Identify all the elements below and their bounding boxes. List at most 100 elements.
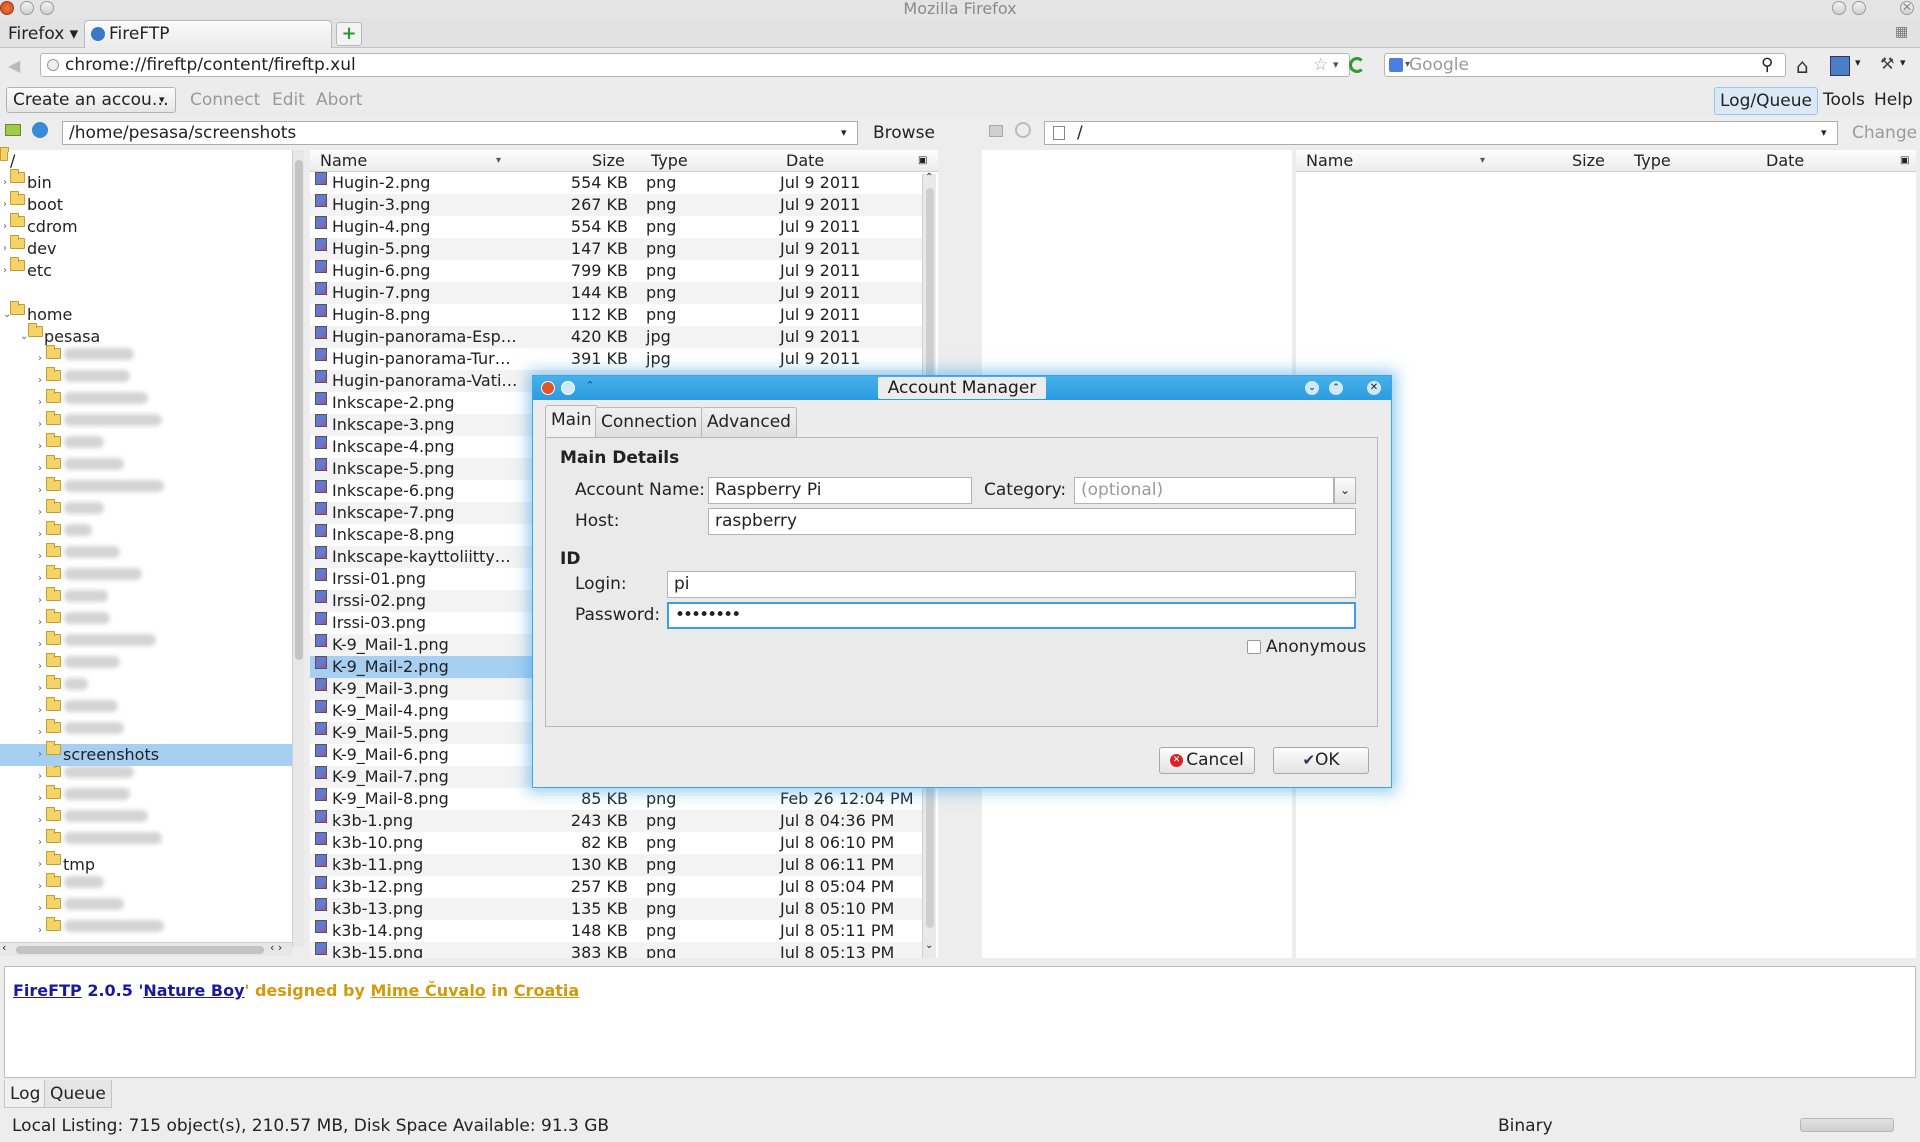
file-row[interactable]: k3b-14.png 148 KB png Jul 8 05:11 PM xyxy=(310,920,922,942)
refresh-local-icon[interactable] xyxy=(32,122,48,138)
anonymous-checkbox[interactable] xyxy=(1247,640,1261,654)
tools-menu[interactable]: Tools xyxy=(1823,87,1865,113)
bookmark-star-icon[interactable]: ☆ xyxy=(1313,54,1328,76)
codename-link[interactable]: Nature Boy xyxy=(143,981,244,1000)
tree-item-redacted[interactable]: › xyxy=(0,565,292,590)
file-row[interactable]: k3b-1.png 243 KB png Jul 8 04:36 PM xyxy=(310,810,922,832)
dialog-keep-above-icon[interactable]: ⌃ xyxy=(583,379,597,393)
ok-button[interactable]: ✔OK xyxy=(1273,747,1369,774)
column-size[interactable]: Size xyxy=(1572,150,1605,172)
help-menu[interactable]: Help xyxy=(1874,87,1913,113)
tab-queue[interactable]: Queue xyxy=(44,1080,112,1108)
expand-icon[interactable]: › xyxy=(38,502,42,524)
local-folder-tree[interactable]: / › bin › boot › cdrom › dev › etc ⌄ home ⌄ pesas… xyxy=(0,147,292,956)
anonymous-label[interactable]: Anonymous xyxy=(1266,635,1366,659)
tree-item-pesasa[interactable]: ⌄ pesasa xyxy=(0,323,292,348)
file-row[interactable]: Hugin-panorama-Tur… 391 KB jpg Jul 9 2011 xyxy=(310,348,922,370)
tree-item-redacted[interactable]: › xyxy=(0,895,292,920)
tree-item-tmp[interactable]: › tmp xyxy=(0,851,292,876)
tree-item-boot[interactable]: › boot xyxy=(0,191,292,216)
url-history-dropdown-icon[interactable]: ▾ xyxy=(1333,54,1339,76)
expand-icon[interactable]: › xyxy=(3,260,7,282)
firefox-menu-button[interactable]: Firefox ▾ xyxy=(8,22,78,46)
file-row[interactable]: k3b-15.png 383 KB png Jul 8 05:13 PM xyxy=(310,942,922,958)
expand-icon[interactable]: › xyxy=(38,634,42,656)
tree-item-redacted[interactable]: › xyxy=(0,807,292,832)
tree-item-screenshots[interactable]: › screenshots xyxy=(0,741,292,766)
host-input[interactable]: raspberry xyxy=(708,508,1356,535)
expand-icon[interactable]: › xyxy=(38,766,42,788)
tree-item-redacted[interactable]: › xyxy=(0,543,292,568)
file-row[interactable]: Hugin-3.png 267 KB png Jul 9 2011 xyxy=(310,194,922,216)
tab-advanced[interactable]: Advanced xyxy=(701,407,797,437)
tree-item-home[interactable]: ⌄ home xyxy=(0,301,292,326)
expand-icon[interactable]: › xyxy=(38,414,42,436)
file-row[interactable]: K-9_Mail-8.png 85 KB png Feb 26 12:04 PM xyxy=(310,788,922,810)
maximize-window-button[interactable] xyxy=(40,1,54,15)
expand-icon[interactable]: › xyxy=(38,810,42,832)
tree-item-redacted[interactable]: › xyxy=(0,521,292,546)
bookmarks-dropdown-icon[interactable]: ▾ xyxy=(1855,56,1861,69)
country-link[interactable]: Croatia xyxy=(514,981,579,1000)
remote-new-folder-icon[interactable] xyxy=(989,125,1003,137)
expand-icon[interactable]: › xyxy=(38,524,42,546)
file-row[interactable]: Hugin-5.png 147 KB png Jul 9 2011 xyxy=(310,238,922,260)
tree-item-redacted[interactable]: › xyxy=(0,829,292,854)
expand-icon[interactable]: › xyxy=(38,458,42,480)
tree-item-redacted[interactable]: › xyxy=(0,587,292,612)
tree-item-redacted[interactable]: › xyxy=(0,873,292,898)
expand-icon[interactable]: › xyxy=(38,898,42,920)
expand-icon[interactable]: › xyxy=(38,678,42,700)
window-restore-icon[interactable] xyxy=(1852,1,1866,15)
tree-item-redacted[interactable]: › xyxy=(0,389,292,414)
column-type[interactable]: Type xyxy=(651,150,688,172)
tree-item-redacted[interactable]: › xyxy=(0,433,292,458)
scrollbar-thumb[interactable] xyxy=(16,946,264,954)
expand-icon[interactable]: › xyxy=(38,700,42,722)
home-icon[interactable]: ⌂ xyxy=(1796,54,1809,78)
account-name-input[interactable]: Raspberry Pi xyxy=(708,477,972,504)
tree-root[interactable]: / xyxy=(0,147,292,172)
search-engine-dropdown-icon[interactable]: ▾ xyxy=(1405,54,1410,76)
tree-item-redacted[interactable]: › xyxy=(0,675,292,700)
tree-item-redacted[interactable]: › xyxy=(0,499,292,524)
expand-icon[interactable]: › xyxy=(3,194,7,216)
expand-icon[interactable]: › xyxy=(38,546,42,568)
tree-item-redacted[interactable]: › xyxy=(0,917,292,942)
window-minimize-icon[interactable] xyxy=(1832,1,1846,15)
expand-icon[interactable]: › xyxy=(38,788,42,810)
chevron-down-icon[interactable]: ▾ xyxy=(841,122,847,144)
url-bar[interactable]: chrome://fireftp/content/fireftp.xul ☆ ▾ xyxy=(40,53,1365,77)
expand-icon[interactable]: › xyxy=(3,216,7,238)
search-binoculars-icon[interactable]: ⚲ xyxy=(1761,54,1773,76)
expand-icon[interactable]: › xyxy=(38,920,42,942)
password-input[interactable]: •••••••• xyxy=(667,602,1356,629)
dialog-menu-icon[interactable] xyxy=(561,381,575,395)
tree-item-redacted[interactable]: › xyxy=(0,785,292,810)
column-picker-icon[interactable]: ▣ xyxy=(918,150,927,172)
category-input[interactable]: (optional) xyxy=(1074,477,1334,504)
file-row[interactable]: k3b-11.png 130 KB png Jul 8 06:11 PM xyxy=(310,854,922,876)
file-row[interactable]: Hugin-6.png 799 KB png Jul 9 2011 xyxy=(310,260,922,282)
tree-item-redacted[interactable]: › xyxy=(0,345,292,370)
google-engine-icon[interactable] xyxy=(1389,58,1403,72)
column-size[interactable]: Size xyxy=(592,150,625,172)
tree-item-redacted[interactable]: › xyxy=(0,653,292,678)
tab-connection[interactable]: Connection xyxy=(595,407,704,437)
edit-button[interactable]: Edit xyxy=(272,87,305,113)
column-name[interactable]: Name xyxy=(1306,150,1353,172)
tree-horizontal-scrollbar[interactable]: ‹ ‹ › xyxy=(0,941,292,956)
tree-item-redacted[interactable]: › xyxy=(0,609,292,634)
expand-icon[interactable]: › xyxy=(38,348,42,370)
file-row[interactable]: k3b-10.png 82 KB png Jul 8 06:10 PM xyxy=(310,832,922,854)
dialog-close-icon[interactable]: ✕ xyxy=(1367,381,1381,395)
local-path-input[interactable]: /home/pesasa/screenshots ▾ xyxy=(62,121,858,145)
tab-main[interactable]: Main xyxy=(545,405,598,437)
scroll-up-icon[interactable]: ⌃ xyxy=(925,172,933,183)
minimize-window-button[interactable] xyxy=(20,1,34,15)
tree-vertical-scrollbar[interactable] xyxy=(292,150,304,947)
connect-button[interactable]: Connect xyxy=(190,87,260,113)
scroll-left-icon[interactable]: ‹ xyxy=(2,941,6,954)
scroll-right-icon[interactable]: ‹ › xyxy=(270,941,282,954)
column-date[interactable]: Date xyxy=(786,150,824,172)
